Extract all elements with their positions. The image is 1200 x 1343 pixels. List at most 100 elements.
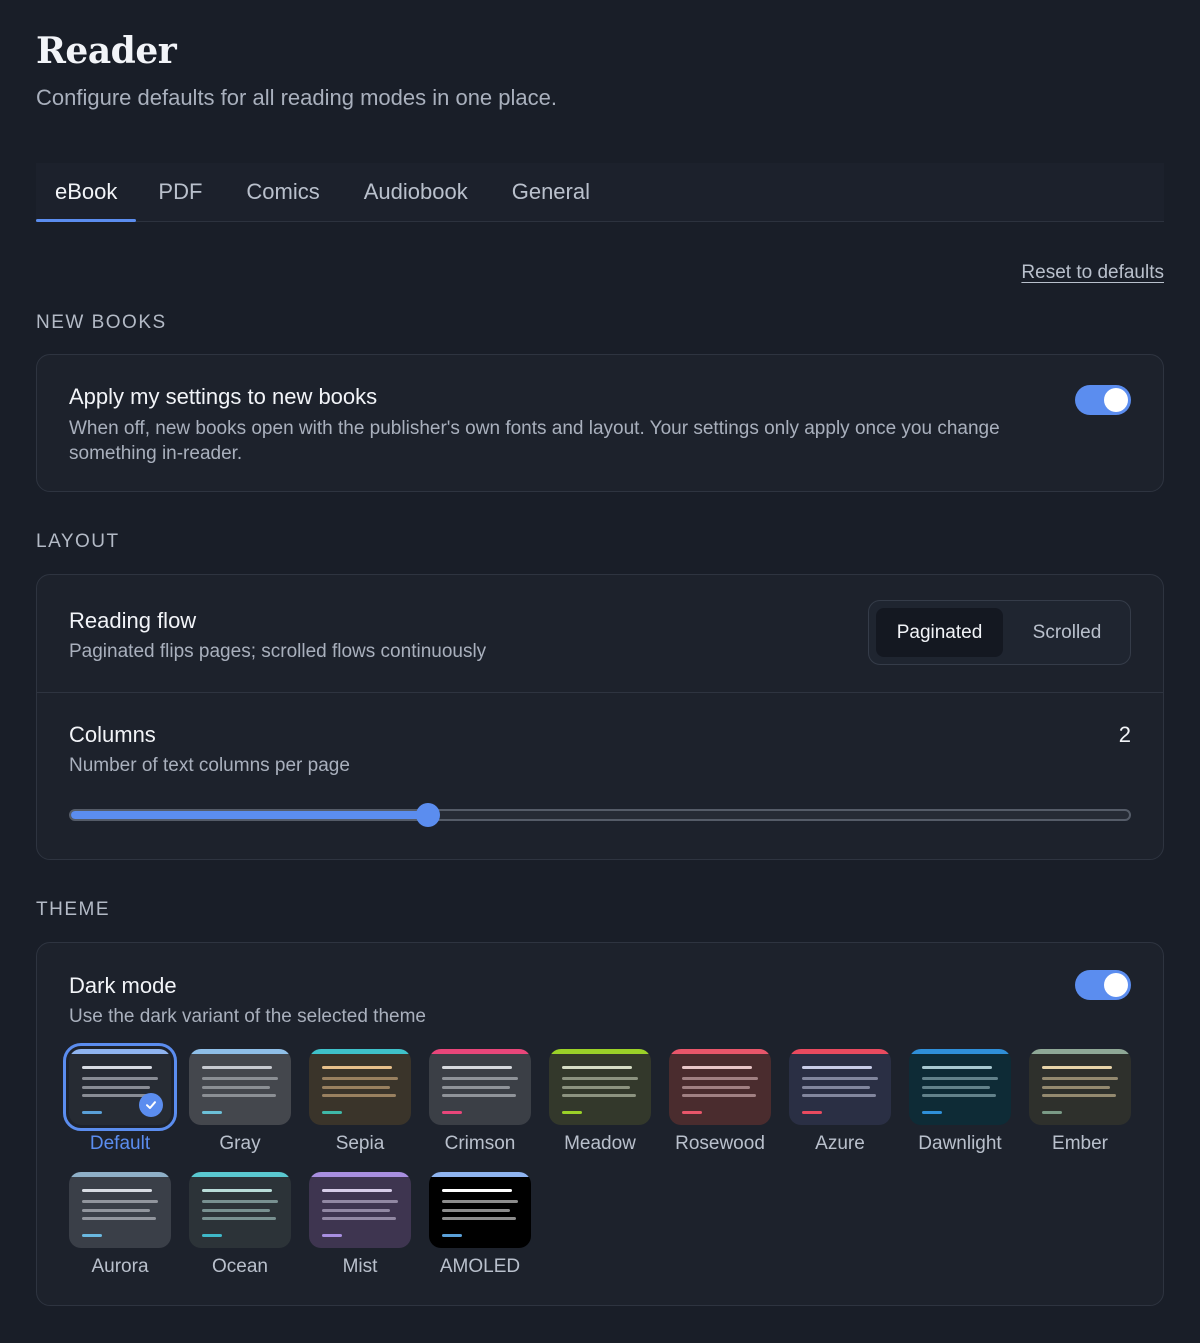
theme-preview-topbar [429,1049,531,1054]
theme-preview-text-line [442,1066,512,1069]
section-label-new-books: NEW BOOKS [36,312,167,333]
layout-divider [37,692,1163,693]
theme-preview-text-line [322,1066,392,1069]
theme-preview-text-line [82,1189,152,1192]
theme-preview-text-line [322,1189,392,1192]
reset-to-defaults-link[interactable]: Reset to defaults [1021,262,1164,284]
theme-preview [69,1172,171,1248]
theme-preview-text-line [202,1189,272,1192]
tab-general[interactable]: General [490,163,612,221]
tab-bar: eBook PDF Comics Audiobook General [36,163,1164,222]
theme-preview-text-line [82,1217,156,1220]
theme-preview-topbar [189,1172,291,1177]
theme-preview-text-line [802,1086,870,1089]
theme-preview-text-line [202,1217,276,1220]
theme-preview-text-line [322,1200,398,1203]
theme-preview [63,1043,177,1131]
theme-preview-text-line [922,1094,996,1097]
theme-preview [909,1049,1011,1125]
theme-preview [549,1049,651,1125]
reading-flow-description: Paginated flips pages; scrolled flows co… [69,641,487,662]
columns-title: Columns [69,722,156,747]
theme-preview [669,1049,771,1125]
theme-preview [309,1049,411,1125]
apply-settings-toggle[interactable] [1075,385,1131,415]
dark-mode-toggle[interactable] [1075,970,1131,1000]
theme-preview-text-line [82,1066,152,1069]
theme-preview-text-line [1042,1077,1118,1080]
theme-preview-text-line [202,1200,278,1203]
theme-preview-text-line [442,1189,512,1192]
theme-preview-topbar [669,1049,771,1054]
theme-preview-text-line [922,1066,992,1069]
theme-preview-accent [82,1111,102,1114]
theme-preview-text-line [202,1209,270,1212]
theme-preview-accent [562,1111,582,1114]
theme-preview [789,1049,891,1125]
reading-flow-title: Reading flow [69,608,197,633]
theme-card: Dark mode Use the dark variant of the se… [36,942,1164,1306]
theme-preview-text-line [82,1209,150,1212]
tab-audiobook[interactable]: Audiobook [342,163,490,221]
theme-preview-topbar [1029,1049,1131,1054]
theme-preview-topbar [309,1172,411,1177]
toggle-knob [1104,388,1128,412]
paginated-option[interactable]: Paginated [876,608,1003,657]
theme-preview-accent [442,1234,462,1237]
section-label-layout: LAYOUT [36,531,120,552]
theme-swatch-label: AMOLED [439,1256,521,1277]
theme-preview-text-line [82,1077,158,1080]
columns-slider[interactable] [69,803,1131,827]
check-icon [139,1093,163,1117]
theme-preview-text-line [202,1086,270,1089]
theme-preview-accent [682,1111,702,1114]
theme-preview-text-line [802,1066,872,1069]
theme-preview-text-line [682,1086,750,1089]
reading-flow-segmented-control: Paginated Scrolled [868,600,1131,665]
columns-value: 2 [1118,722,1131,747]
dark-mode-description: Use the dark variant of the selected the… [69,1006,426,1027]
theme-preview-text-line [322,1217,396,1220]
theme-preview [429,1049,531,1125]
theme-preview-text-line [922,1077,998,1080]
theme-preview-topbar [909,1049,1011,1054]
scrolled-option[interactable]: Scrolled [1003,608,1131,657]
new-books-card: Apply my settings to new books When off,… [36,354,1164,492]
theme-preview-topbar [789,1049,891,1054]
theme-preview-text-line [442,1200,518,1203]
theme-preview-topbar [189,1049,291,1054]
theme-preview-text-line [1042,1086,1110,1089]
theme-preview-topbar [69,1172,171,1177]
apply-settings-description: When off, new books open with the publis… [69,418,1000,464]
theme-preview-text-line [322,1077,398,1080]
theme-preview-accent [322,1111,342,1114]
theme-preview [429,1172,531,1248]
theme-preview [309,1172,411,1248]
theme-preview-text-line [682,1094,756,1097]
columns-slider-thumb[interactable] [415,803,440,827]
theme-preview-accent [1042,1111,1062,1114]
theme-preview-topbar [429,1172,531,1177]
dark-mode-title: Dark mode [69,973,177,998]
theme-preview-text-line [562,1066,632,1069]
theme-preview-topbar [549,1049,651,1054]
page-subtitle: Configure defaults for all reading modes… [36,85,557,110]
theme-preview-topbar [69,1049,171,1054]
theme-preview-text-line [802,1077,878,1080]
theme-preview-text-line [202,1094,276,1097]
tab-comics[interactable]: Comics [224,163,341,221]
tab-ebook[interactable]: eBook [36,163,137,222]
theme-preview-accent [442,1111,462,1114]
columns-description: Number of text columns per page [69,755,350,776]
theme-preview-text-line [82,1200,158,1203]
theme-preview-text-line [802,1094,876,1097]
theme-preview-text-line [322,1094,396,1097]
columns-slider-fill [71,811,428,819]
theme-preview-text-line [322,1086,390,1089]
page-title: Reader [36,30,177,72]
theme-preview-text-line [1042,1066,1112,1069]
tab-pdf[interactable]: PDF [136,163,224,221]
theme-preview-accent [322,1234,342,1237]
theme-preview [1029,1049,1131,1125]
theme-preview-accent [922,1111,942,1114]
